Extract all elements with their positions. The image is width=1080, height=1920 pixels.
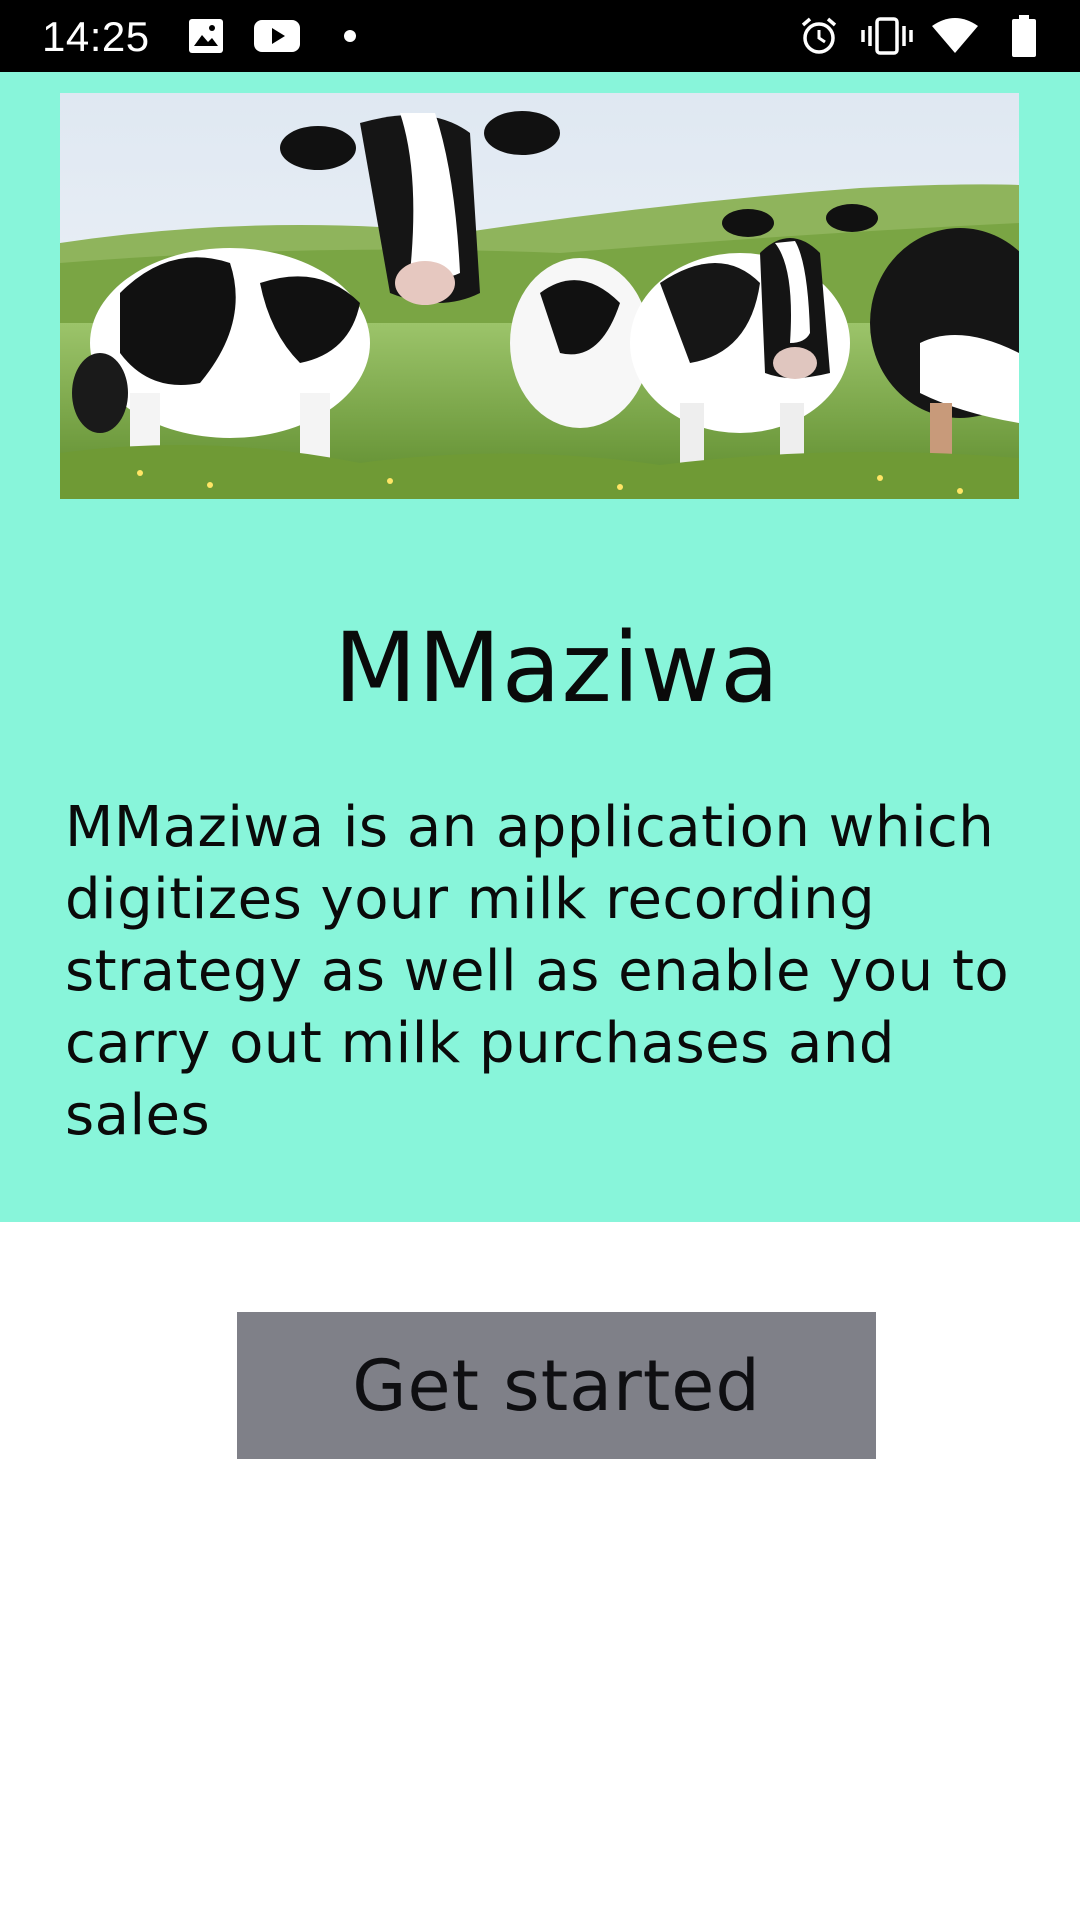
alarm-icon [798, 0, 840, 72]
status-time: 14:25 [42, 13, 150, 60]
cows-in-pasture-image [60, 93, 1019, 499]
wifi-icon [930, 0, 980, 72]
image-icon [186, 0, 226, 72]
battery-icon [1010, 0, 1038, 72]
dot-icon [340, 0, 360, 72]
vibrate-icon [860, 0, 914, 72]
app-description: MMaziwa is an application which digitize… [65, 795, 1010, 1148]
get-started-button[interactable]: Get started [237, 1312, 876, 1459]
status-bar: 14:25 [0, 0, 1080, 72]
hero-section: MMaziwa MMaziwa is an application which … [0, 72, 1080, 1222]
app-title: MMaziwa [334, 612, 780, 724]
youtube-icon [254, 0, 300, 72]
